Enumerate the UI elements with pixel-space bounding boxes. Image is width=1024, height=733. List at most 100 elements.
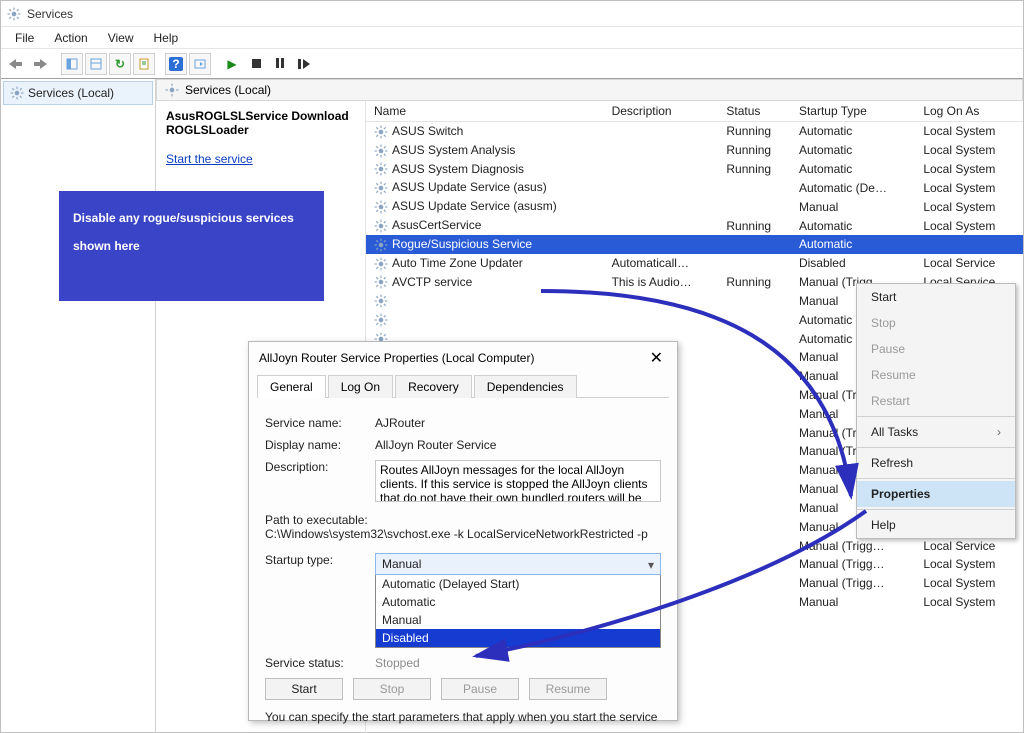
ctx-pause: Pause <box>857 336 1015 362</box>
gear-icon <box>374 162 388 176</box>
table-row[interactable]: ASUS System AnalysisRunningAutomaticLoca… <box>366 141 1023 160</box>
menu-action[interactable]: Action <box>44 29 97 47</box>
startup-type-combo[interactable]: Manual ▾ <box>375 553 661 575</box>
gear-icon <box>374 313 388 327</box>
ctx-all-tasks[interactable]: All Tasks › <box>857 419 1015 445</box>
gear-icon <box>374 275 388 289</box>
pause-service-button[interactable] <box>269 53 291 75</box>
val-description[interactable] <box>375 460 661 502</box>
back-button[interactable] <box>5 53 27 75</box>
table-row[interactable]: ASUS System DiagnosisRunningAutomaticLoc… <box>366 160 1023 179</box>
annotation-text: Disable any rogue/suspicious services sh… <box>73 211 294 253</box>
refresh-button[interactable]: ↻ <box>109 53 131 75</box>
col-status[interactable]: Status <box>718 101 791 122</box>
menu-file[interactable]: File <box>5 29 44 47</box>
table-row[interactable]: Rogue/Suspicious ServiceAutomatic <box>366 235 1023 254</box>
stop-service-button[interactable] <box>245 53 267 75</box>
chevron-right-icon: › <box>997 425 1001 439</box>
ctx-refresh[interactable]: Refresh <box>857 450 1015 476</box>
column-headers[interactable]: Name Description Status Startup Type Log… <box>366 101 1023 122</box>
help-button[interactable]: ? <box>165 53 187 75</box>
forward-button[interactable] <box>29 53 51 75</box>
table-row[interactable]: ASUS SwitchRunningAutomaticLocal System <box>366 122 1023 141</box>
window-title: Services <box>27 7 73 21</box>
menu-view[interactable]: View <box>98 29 144 47</box>
lbl-display-name: Display name: <box>265 438 375 452</box>
services-window: Services File Action View Help ↻ ? ▶ <box>0 0 1024 733</box>
gear-icon <box>374 294 388 308</box>
properties-dialog: AllJoyn Router Service Properties (Local… <box>248 341 678 721</box>
table-row[interactable]: AsusCertServiceRunningAutomaticLocal Sys… <box>366 216 1023 235</box>
dialog-close-button[interactable]: ✕ <box>646 348 667 368</box>
ctx-stop: Stop <box>857 310 1015 336</box>
tab-general[interactable]: General <box>257 375 326 398</box>
restart-service-button[interactable] <box>293 53 315 75</box>
lbl-path: Path to executable: <box>265 513 661 527</box>
gear-icon <box>374 181 388 195</box>
ctx-help[interactable]: Help <box>857 512 1015 538</box>
gear-icon <box>165 83 179 97</box>
app-icon <box>7 7 21 21</box>
start-service-link[interactable]: Start the service <box>166 152 253 166</box>
startup-opt-disabled[interactable]: Disabled <box>376 629 660 647</box>
startup-type-dropdown: Automatic (Delayed Start) Automatic Manu… <box>375 575 661 648</box>
startup-opt-automatic[interactable]: Automatic <box>376 593 660 611</box>
lbl-description: Description: <box>265 460 375 474</box>
val-service-name: AJRouter <box>375 416 661 430</box>
titlebar: Services <box>1 1 1023 27</box>
val-service-status: Stopped <box>375 656 661 670</box>
tab-log-on[interactable]: Log On <box>328 375 393 398</box>
properties-button[interactable] <box>133 53 155 75</box>
gear-icon <box>10 86 24 100</box>
lbl-service-status: Service status: <box>265 656 375 670</box>
gear-icon <box>374 125 388 139</box>
annotation-callout: Disable any rogue/suspicious services sh… <box>59 191 324 301</box>
show-hide-tree-button[interactable] <box>61 53 83 75</box>
ctx-all-tasks-label: All Tasks <box>871 425 918 439</box>
startup-type-value: Manual <box>382 557 421 571</box>
ctx-properties[interactable]: Properties <box>857 481 1015 507</box>
start-service-button[interactable]: ▶ <box>221 53 243 75</box>
lbl-startup-type: Startup type: <box>265 553 375 567</box>
startup-opt-delayed[interactable]: Automatic (Delayed Start) <box>376 575 660 593</box>
gear-icon <box>374 144 388 158</box>
gear-icon <box>374 200 388 214</box>
menu-help[interactable]: Help <box>144 29 189 47</box>
startup-opt-manual[interactable]: Manual <box>376 611 660 629</box>
ctx-restart: Restart <box>857 388 1015 414</box>
toolbar: ↻ ? ▶ <box>1 49 1023 79</box>
export-list-button[interactable] <box>85 53 107 75</box>
col-logon[interactable]: Log On As <box>915 101 1023 122</box>
panel-header-label: Services (Local) <box>185 83 271 97</box>
gear-icon <box>374 219 388 233</box>
dlg-note: You can specify the start parameters tha… <box>265 710 661 724</box>
tree-pane: Services (Local) <box>1 79 156 733</box>
gear-icon <box>374 238 388 252</box>
tree-item-services-local[interactable]: Services (Local) <box>3 81 153 105</box>
col-name[interactable]: Name <box>366 101 604 122</box>
tab-recovery[interactable]: Recovery <box>395 375 472 398</box>
action-window-button[interactable] <box>189 53 211 75</box>
val-path: C:\Windows\system32\svchost.exe -k Local… <box>265 527 661 541</box>
col-description[interactable]: Description <box>604 101 719 122</box>
lbl-service-name: Service name: <box>265 416 375 430</box>
chevron-down-icon: ▾ <box>648 558 654 572</box>
gear-icon <box>374 257 388 271</box>
table-row[interactable]: ASUS Update Service (asusm)ManualLocal S… <box>366 197 1023 216</box>
context-menu: Start Stop Pause Resume Restart All Task… <box>856 283 1016 539</box>
dlg-pause-button: Pause <box>441 678 519 700</box>
tree-item-label: Services (Local) <box>28 86 114 100</box>
dlg-stop-button: Stop <box>353 678 431 700</box>
val-display-name: AllJoyn Router Service <box>375 438 661 452</box>
col-startup[interactable]: Startup Type <box>791 101 915 122</box>
menubar: File Action View Help <box>1 27 1023 49</box>
tab-dependencies[interactable]: Dependencies <box>474 375 577 398</box>
panel-header: Services (Local) <box>156 79 1023 101</box>
table-row[interactable]: Auto Time Zone UpdaterAutomaticall…Disab… <box>366 254 1023 273</box>
dialog-title: AllJoyn Router Service Properties (Local… <box>259 351 534 365</box>
selected-service-title: AsusROGLSLService Download ROGLSLoader <box>166 109 355 138</box>
ctx-start[interactable]: Start <box>857 284 1015 310</box>
ctx-resume: Resume <box>857 362 1015 388</box>
dlg-start-button[interactable]: Start <box>265 678 343 700</box>
table-row[interactable]: ASUS Update Service (asus)Automatic (De…… <box>366 178 1023 197</box>
